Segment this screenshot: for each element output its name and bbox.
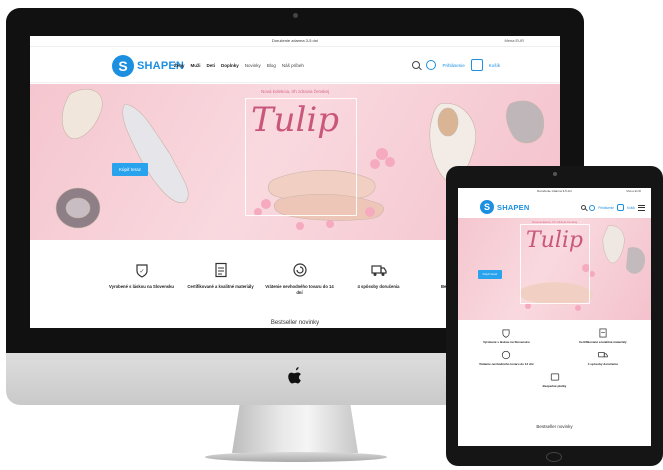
ipad-site-logo[interactable]: S SHAPEN: [480, 200, 529, 214]
nav-item-deti[interactable]: Deti: [207, 63, 216, 68]
badge-icon: ✓: [135, 264, 148, 278]
ipad-buy-now-button[interactable]: Kúpiť teraz: [478, 270, 502, 279]
document-icon: [214, 262, 227, 278]
return-icon: [292, 263, 307, 277]
imac-stand-neck: [232, 405, 358, 453]
header-actions: Prihlásenie Košík: [412, 59, 500, 71]
cart-icon[interactable]: [470, 59, 483, 71]
apple-logo-shape: [288, 367, 301, 384]
ipad-logo-mark-icon: S: [480, 200, 494, 214]
return-icon: [502, 350, 511, 360]
main-nav: Ženy Muži Deti Doplnky Novinky Blog Náš …: [174, 63, 304, 68]
feature-label: 4 spôsoby doručenia: [357, 284, 400, 289]
ipad-hero-title: Tulip: [526, 228, 583, 253]
device-mockup-scene: Doručenie zdarma 3-5 dní Mena EUR S SHAP…: [0, 0, 663, 470]
feature-label: Vyrobené s láskou na Slovensku: [108, 284, 174, 289]
feature-label: Certifikované a kvalitné materiály: [187, 284, 254, 289]
feature-item: Certifikované a kvalitné materiály: [181, 262, 260, 295]
nav-item-doplnky[interactable]: Doplnky: [221, 63, 239, 68]
ipad-feature-item: Bezpečné platby: [520, 372, 590, 388]
ipad-feature-item: Vrátenie nevhodného tovaru do 14 dní: [471, 350, 541, 366]
search-icon[interactable]: [412, 61, 421, 69]
user-icon[interactable]: [426, 60, 437, 70]
nav-item-novinky[interactable]: Novinky: [245, 63, 261, 68]
feature-item: Vrátenie nevhodného tovaru do 14 dní: [260, 262, 339, 295]
badge-icon: [502, 329, 510, 338]
imac-camera: [293, 13, 298, 18]
ipad-currency-selector[interactable]: Mena EUR: [626, 189, 641, 193]
ipad-feature-label: Certifikované a kvalitné materiály: [578, 340, 627, 344]
logo-mark-icon: S: [112, 55, 134, 77]
ipad-device: Doručenie zdarma 3-5 dní Mena EUR S SHAP…: [446, 166, 663, 466]
nav-item-blog[interactable]: Blog: [267, 63, 276, 68]
ipad-login-link[interactable]: Prihlásenie: [598, 206, 614, 210]
document-icon: [599, 328, 607, 338]
login-link[interactable]: Prihlásenie: [442, 63, 464, 68]
site-header: S SHAPEN Ženy Muži Deti Doplnky Novinky …: [30, 47, 560, 83]
ipad-feature-item: Certifikované a kvalitné materiály: [568, 328, 638, 344]
ipad-hero-banner[interactable]: Nová kolekcia, trh zdravia ženskej Tulip…: [458, 218, 651, 320]
ipad-feature-item: Vyrobené s láskou na Slovensku: [471, 328, 541, 344]
apple-logo-icon: [284, 366, 306, 388]
imac-stand-foot: [205, 452, 387, 462]
svg-text:✓: ✓: [139, 268, 144, 275]
ipad-feature-item: 4 spôsoby doručenia: [568, 350, 638, 366]
ipad-logo-text: SHAPEN: [497, 202, 530, 212]
ipad-features: Vyrobené s láskou na Slovensku Certifiko…: [458, 328, 651, 394]
hero-title: Tulip: [250, 100, 340, 140]
payment-icon: [550, 373, 559, 381]
ipad-bestsellers-heading: Bestseller novinky: [536, 424, 573, 429]
feature-item: ✓ Vyrobené s láskou na Slovensku: [102, 262, 181, 295]
ipad-home-button[interactable]: [546, 452, 562, 462]
nav-item-zeny[interactable]: Ženy: [174, 63, 185, 68]
ipad-features-row: Vyrobené s láskou na Slovensku Certifiko…: [458, 328, 651, 344]
nav-item-muzi[interactable]: Muži: [191, 63, 201, 68]
user-icon[interactable]: [589, 204, 596, 211]
search-icon[interactable]: [581, 205, 587, 210]
currency-selector[interactable]: Mena EUR: [504, 38, 524, 43]
ipad-site-header: S SHAPEN Prihlásenie Košík: [458, 196, 651, 218]
nav-item-nas-pribeh[interactable]: Náš príbeh: [282, 63, 304, 68]
truck-icon: [598, 352, 608, 358]
shipping-announcement: Doručenie zdarma 3-5 dní: [271, 38, 319, 43]
cart-link[interactable]: Košík: [489, 63, 500, 68]
feature-label: Vrátenie nevhodného tovaru do 14 dní: [265, 284, 334, 295]
menu-icon[interactable]: [638, 204, 645, 211]
ipad-screen: Doručenie zdarma 3-5 dní Mena EUR S SHAP…: [458, 188, 651, 446]
hero-subtitle: Nová kolekcia, trh zdravia ženskej: [260, 89, 330, 94]
ipad-features-row: Vrátenie nevhodného tovaru do 14 dní 4 s…: [458, 350, 651, 366]
ipad-feature-label: Vrátenie nevhodného tovaru do 14 dní: [479, 362, 534, 366]
ipad-camera: [553, 172, 557, 176]
ipad-feature-label: 4 spôsoby doručenia: [587, 362, 618, 366]
buy-now-button[interactable]: Kúpiť teraz: [112, 163, 148, 176]
ipad-cart-link[interactable]: Košík: [627, 206, 635, 210]
ipad-top-bar: Doručenie zdarma 3-5 dní Mena EUR: [458, 188, 651, 196]
feature-item: 4 spôsoby doručenia: [339, 262, 418, 295]
ipad-feature-label: Vyrobené s láskou na Slovensku: [482, 340, 530, 344]
ipad-header-actions: Prihlásenie Košík: [581, 204, 645, 211]
cart-icon[interactable]: [617, 204, 625, 211]
ipad-shipping-announcement: Doručenie zdarma 3-5 dní: [537, 189, 572, 193]
truck-icon: [370, 265, 387, 276]
ipad-hero-subtitle: Nová kolekcia, trh zdravia ženskej: [531, 220, 578, 224]
top-bar: Doručenie zdarma 3-5 dní Mena EUR: [30, 36, 560, 47]
ipad-feature-label: Bezpečné platby: [542, 384, 567, 388]
ipad-features-row: Bezpečné platby: [458, 372, 651, 388]
